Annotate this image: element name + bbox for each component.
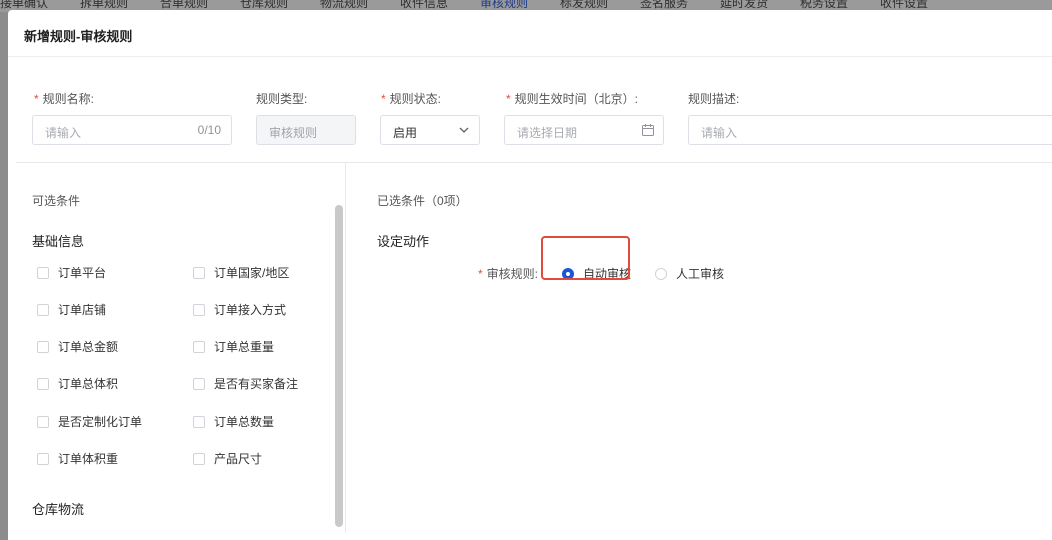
manual-audit-radio[interactable]: 人工审核 [655,265,724,282]
rule-type-label: 规则类型: [256,92,308,106]
left-panel-scrollbar[interactable] [335,205,343,527]
selected-conditions-title: 已选条件（0项） [377,194,468,208]
condition-label: 订单体积重 [58,452,119,466]
group-title-warehouse-logistics: 仓库物流 [32,502,85,517]
condition-checkbox[interactable]: 订单国家/地区 [193,264,289,281]
condition-checkbox[interactable]: 订单体积重 [37,450,118,467]
condition-checkbox[interactable]: 是否有买家备注 [193,375,298,392]
dialog-header: 新增规则-审核规则 [8,10,1052,57]
available-conditions-title: 可选条件 [32,194,81,208]
radio-unselected-indicator [655,267,667,280]
condition-label: 是否有买家备注 [214,377,299,391]
condition-checkbox[interactable]: 订单接入方式 [193,301,286,318]
rule-name-label: * 规则名称: [34,92,95,106]
condition-label: 订单总金额 [58,340,119,354]
rule-name-input[interactable]: 请输入 0/10 [32,115,232,145]
checkbox-box [193,415,205,428]
condition-label: 订单国家/地区 [214,266,290,280]
condition-checkbox[interactable]: 订单店铺 [37,301,106,318]
checkbox-box [193,340,205,353]
rule-status-value: 启用 [393,126,418,140]
condition-checkbox[interactable]: 是否定制化订单 [37,413,142,430]
checkbox-box [37,266,49,279]
condition-label: 订单总体积 [58,377,119,391]
checkbox-box [37,340,49,353]
audit-rule-label: * 审核规则: [478,267,539,281]
checkbox-box [193,303,205,316]
condition-label: 订单总数量 [214,415,275,429]
form-divider [16,162,1052,163]
rule-status-label: * 规则状态: [381,92,442,106]
checkbox-box [37,303,49,316]
condition-label: 产品尺寸 [214,452,263,466]
condition-label: 订单总重量 [214,340,275,354]
description-placeholder: 请输入 [701,126,738,140]
rule-type-field: 审核规则 [256,115,356,145]
condition-checkbox[interactable]: 订单平台 [37,264,106,281]
rule-status-select[interactable]: 启用 [380,115,480,145]
set-action-title: 设定动作 [377,234,430,249]
checkbox-box [193,452,205,465]
panel-divider [345,163,346,533]
rule-type-value: 审核规则 [269,126,318,140]
description-label: 规则描述: [688,92,740,106]
chevron-down-icon [459,127,469,133]
condition-checkbox[interactable]: 订单总金额 [37,338,118,355]
highlight-box [541,236,630,280]
rule-name-placeholder: 请输入 [45,126,82,140]
condition-label: 订单接入方式 [214,303,287,317]
rule-name-counter: 0/10 [197,123,221,137]
condition-checkbox[interactable]: 订单总重量 [193,338,274,355]
effective-date-placeholder: 请选择日期 [517,126,578,140]
condition-label: 是否定制化订单 [58,415,143,429]
effective-time-label: * 规则生效时间（北京）: [506,92,639,106]
dialog-title: 新增规则-审核规则 [24,29,133,44]
checkbox-box [37,415,49,428]
condition-label: 订单平台 [58,266,107,280]
group-title-basic-info: 基础信息 [32,234,85,249]
description-input[interactable]: 请输入 [688,115,1052,145]
condition-label: 订单店铺 [58,303,107,317]
condition-checkbox[interactable]: 订单总体积 [37,375,118,392]
calendar-icon [642,124,654,136]
effective-date-picker[interactable]: 请选择日期 [504,115,664,145]
condition-checkbox[interactable]: 产品尺寸 [193,450,262,467]
checkbox-box [37,452,49,465]
checkbox-box [37,377,49,390]
checkbox-box [193,377,205,390]
manual-audit-label: 人工审核 [676,267,725,281]
checkbox-box [193,266,205,279]
condition-checkbox[interactable]: 订单总数量 [193,413,274,430]
